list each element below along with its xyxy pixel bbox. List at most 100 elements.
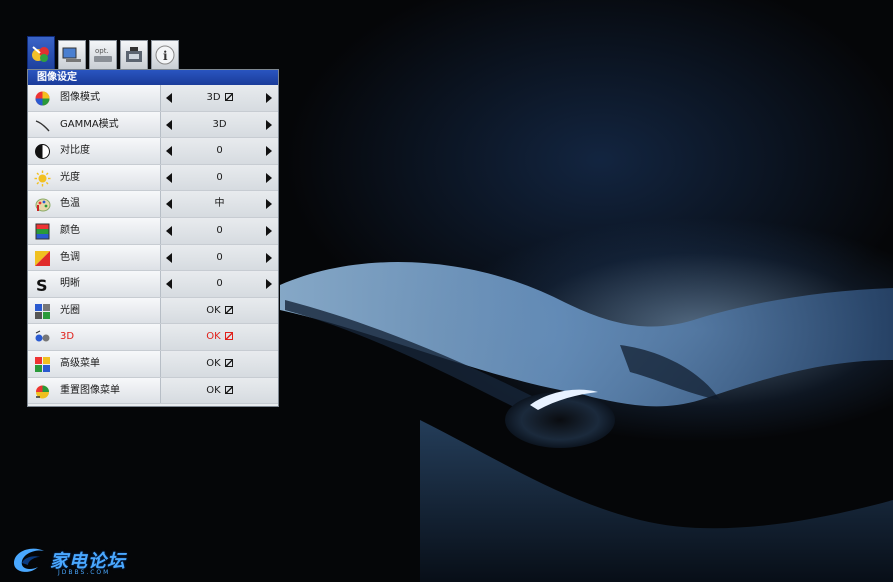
gamma-curve-icon: [35, 119, 50, 132]
menu-row[interactable]: 色调 0: [28, 244, 278, 272]
menu-row-value-cell[interactable]: 0: [161, 244, 278, 271]
menu-row-value-text: OK: [206, 357, 221, 369]
picture-settings-icon: [32, 45, 49, 62]
menu-row[interactable]: GAMMA模式 3D: [28, 111, 278, 139]
menu-row-value-text: 0: [216, 278, 223, 290]
menu-row[interactable]: 颜色 0: [28, 217, 278, 245]
menu-row-icon: [34, 356, 51, 373]
menu-row-value-text: 3D: [206, 92, 221, 103]
menu-title: 图像设定: [28, 70, 278, 85]
menu-row-label-cell: S 明晰: [28, 271, 161, 297]
menu-row-label: 光圈: [60, 304, 80, 316]
menu-row[interactable]: 光圈 OK: [28, 297, 278, 325]
menu-row[interactable]: 光度 0: [28, 164, 278, 192]
menu-row-icon: [34, 303, 51, 320]
display-icon: [62, 47, 81, 62]
menu-row[interactable]: 重置图像菜单 OK: [28, 377, 278, 405]
tab-info[interactable]: i: [151, 40, 179, 69]
menu-row-label-cell: 光圈: [28, 297, 161, 324]
options-icon: opt.: [94, 47, 112, 62]
enter-submenu-icon: [224, 305, 233, 314]
menu-row-label: 明晰: [60, 278, 80, 290]
menu-row-value-text: OK: [206, 304, 221, 316]
enter-submenu-icon: [224, 385, 233, 394]
menu-row-value-cell[interactable]: 0: [161, 164, 278, 191]
menu-row-icon: [34, 383, 51, 400]
menu-row-icon: [34, 250, 51, 267]
menu-row-value: 0: [161, 138, 278, 164]
options-tab-label: opt.: [95, 47, 109, 55]
menu-row-value: OK: [161, 324, 278, 350]
menu-row-value-text: OK: [206, 384, 221, 396]
3d-glasses-icon: [35, 330, 50, 342]
menu-row-value: OK: [161, 378, 278, 404]
menu-row-value: 3D: [161, 85, 278, 111]
tab-setup[interactable]: [120, 40, 148, 69]
menu-row[interactable]: S 明晰 0: [28, 271, 278, 298]
menu-row-value: 中: [161, 191, 278, 217]
tab-display[interactable]: [58, 40, 86, 69]
menu-row[interactable]: 3D OK: [28, 324, 278, 351]
menu-row-label-cell: 光度: [28, 164, 161, 191]
menu-row-value: OK: [161, 351, 278, 377]
menu-rows: 图像模式 3D GAMMA模式 3D 对比度 0 光度 0 色温中颜色 0 色调 0 S 明晰 0 光圈 OK 3…: [28, 85, 278, 405]
menu-row-label: 图像模式: [60, 92, 100, 103]
menu-row[interactable]: 高级菜单 OK: [28, 350, 278, 378]
menu-row-value-text: OK: [206, 331, 221, 343]
menu-row-label-cell: 色温: [28, 191, 161, 217]
menu-row-value-cell[interactable]: 中: [161, 191, 278, 217]
enter-submenu-icon: [224, 358, 233, 367]
forum-watermark: 家电论坛 JDBBS.COM: [8, 543, 148, 579]
menu-row-value-cell[interactable]: 0: [161, 271, 278, 297]
menu-row-icon: [34, 117, 51, 134]
menu-row-value-cell[interactable]: 0: [161, 217, 278, 244]
menu-row-label-cell: 颜色: [28, 217, 161, 244]
menu-row-icon: [34, 170, 51, 187]
menu-row-icon: [34, 196, 51, 213]
menu-row-value-cell[interactable]: OK: [161, 377, 278, 404]
menu-row-label: 色温: [60, 198, 80, 210]
menu-row[interactable]: 色温 中: [28, 191, 278, 218]
menu-row-icon: [34, 329, 51, 346]
sharpness-s-icon: S: [36, 276, 48, 293]
enter-submenu-icon: [224, 332, 233, 341]
picture-settings-osd: opt. i 图像设定 图像模式 3D GAMMA模式 3D 对比度 0 光度 0 色温 中颜色 0…: [27, 36, 279, 408]
menu-row-icon: [34, 223, 51, 240]
advanced-menu-icon: [35, 356, 50, 372]
color-bars-icon: [35, 223, 50, 240]
menu-row-value-text: 3D: [212, 118, 227, 130]
menu-panel: 图像设定 图像模式 3D GAMMA模式 3D 对比度 0 光度 0 色温 中颜色 0 色调 0 S 明晰 0…: [27, 69, 279, 407]
menu-row-value-cell[interactable]: OK: [161, 350, 278, 377]
menu-row[interactable]: 对比度 0: [28, 138, 278, 165]
menu-row-label: 高级菜单: [60, 357, 100, 369]
menu-row-label: 重置图像菜单: [60, 384, 120, 396]
menu-row[interactable]: 图像模式 3D: [28, 85, 278, 112]
projector-setup-icon: [126, 47, 142, 62]
tab-options[interactable]: opt.: [89, 40, 117, 69]
menu-row-label-cell: GAMMA模式: [28, 111, 161, 138]
menu-row-value: 0: [161, 245, 278, 271]
menu-row-label: 颜色: [60, 224, 80, 236]
menu-row-value-cell[interactable]: 0: [161, 138, 278, 164]
menu-row-value-cell[interactable]: 3D: [161, 111, 278, 138]
enter-submenu-icon: [224, 93, 233, 101]
menu-row-icon: S: [34, 276, 51, 293]
menu-row-value-text: 0: [216, 145, 223, 157]
forum-logo-icon: [14, 548, 44, 572]
menu-row-value-cell[interactable]: 3D: [161, 85, 278, 111]
reset-picture-icon: [36, 385, 49, 399]
color-wheel-icon: [35, 91, 50, 106]
menu-row-label-cell: 图像模式: [28, 85, 161, 111]
menu-row-label-cell: 高级菜单: [28, 350, 161, 377]
tab-picture[interactable]: [27, 36, 55, 70]
brightness-sun-icon: [34, 170, 51, 187]
menu-row-label-cell: 对比度: [28, 138, 161, 164]
menu-row-label: 光度: [60, 171, 80, 183]
menu-row-icon: [34, 90, 51, 107]
menu-tab-bar: opt. i: [27, 36, 279, 72]
menu-row-label: 对比度: [60, 145, 90, 157]
menu-row-value-cell[interactable]: OK: [161, 324, 278, 350]
menu-row-value: 0: [161, 271, 278, 297]
menu-row-value-cell[interactable]: OK: [161, 297, 278, 324]
menu-row-label-cell: 重置图像菜单: [28, 377, 161, 404]
